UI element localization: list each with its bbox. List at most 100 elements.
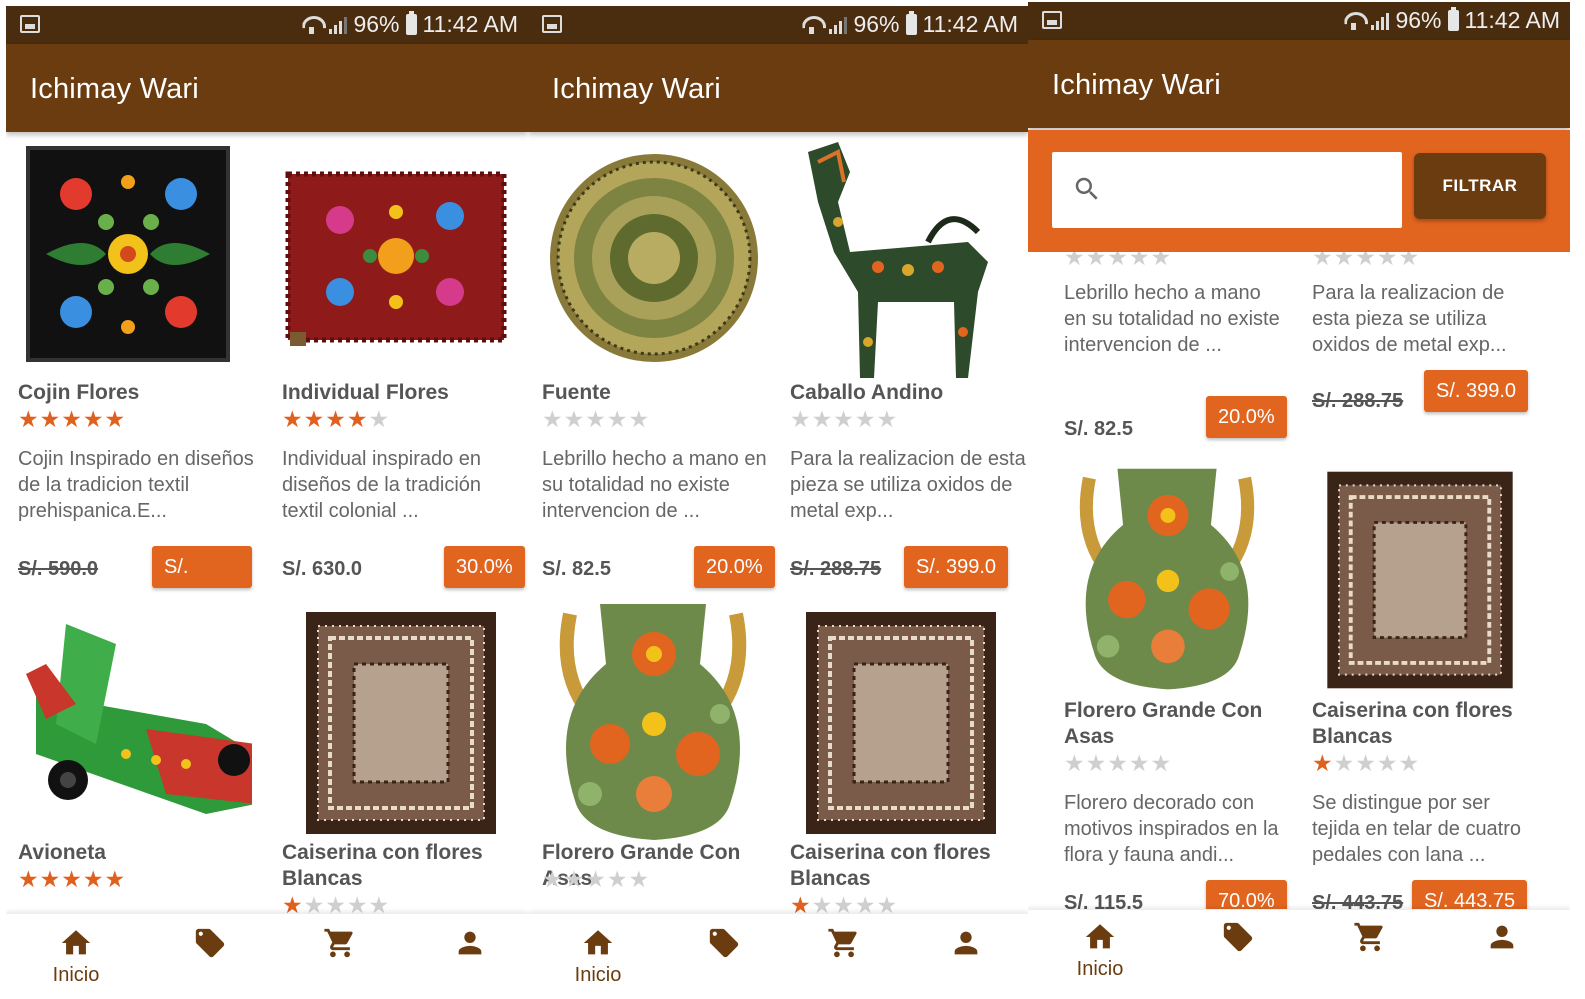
star-icon: ★ xyxy=(833,406,854,432)
star-icon: ★ xyxy=(542,406,563,432)
discount-badge: 20.0% xyxy=(1206,396,1287,438)
product-description: Se distingue por ser tejida en telar de … xyxy=(1312,792,1522,866)
nav-cart[interactable] xyxy=(280,926,400,960)
star-icon: ★ xyxy=(1398,750,1420,776)
clock: 11:42 AM xyxy=(922,11,1018,37)
product-description: Individual inspirado en diseños de la tr… xyxy=(282,448,482,522)
star-icon: ★ xyxy=(325,406,346,432)
nav-profile[interactable] xyxy=(410,926,528,960)
star-icon: ★ xyxy=(811,406,833,432)
nav-home[interactable]: Inicio xyxy=(16,926,136,987)
star-icon: ★ xyxy=(790,892,811,913)
battery-icon xyxy=(405,11,417,35)
app-bar: Ichimay Wari xyxy=(6,44,528,132)
nav-home[interactable]: Inicio xyxy=(1040,920,1160,981)
rating-stars: ★ ★ ★ ★ ★ xyxy=(1064,750,1171,776)
star-icon: ★ xyxy=(82,406,104,432)
app-title: Ichimay Wari xyxy=(552,73,721,105)
star-icon: ★ xyxy=(854,892,876,913)
product-grid: Fuente ★ ★ ★ ★ ★ Lebrillo hecho a mano en su… xyxy=(528,132,1028,913)
star-icon: ★ xyxy=(61,406,82,432)
product-image xyxy=(306,612,496,834)
product-grid: ★ ★ ★ ★ ★ Lebrillo hecho a mano en su totali… xyxy=(1028,252,1570,913)
star-icon: ★ xyxy=(563,406,585,432)
star-icon: ★ xyxy=(1128,252,1150,270)
star-icon: ★ xyxy=(1333,252,1355,270)
star-icon: ★ xyxy=(1355,750,1376,776)
home-icon xyxy=(61,930,91,955)
search-input[interactable] xyxy=(1116,170,1386,210)
star-icon: ★ xyxy=(1398,252,1420,270)
star-icon: ★ xyxy=(82,866,104,892)
nav-profile[interactable] xyxy=(906,926,1026,960)
clock: 11:42 AM xyxy=(1464,7,1560,33)
product-image xyxy=(806,612,996,834)
star-icon: ★ xyxy=(18,406,39,432)
star-icon: ★ xyxy=(854,406,876,432)
product-description: Para la realizacion de esta pieza se uti… xyxy=(1312,282,1507,356)
cart-icon xyxy=(324,928,353,958)
star-icon: ★ xyxy=(1150,750,1172,776)
product-name: Caiserina con flores Blancas xyxy=(1312,699,1513,748)
product-image xyxy=(26,624,252,814)
clock: 11:42 AM xyxy=(422,11,518,37)
product-name: Caiserina con flores Blancas xyxy=(282,841,483,890)
nav-offers[interactable] xyxy=(664,926,784,960)
price: S/. 82.5 xyxy=(542,558,611,580)
star-icon: ★ xyxy=(39,866,61,892)
rating-stars: ★ ★ ★ ★ ★ xyxy=(1312,750,1419,776)
nav-home[interactable]: Inicio xyxy=(538,926,658,987)
rating-stars: ★ ★ ★ ★ ★ xyxy=(282,406,389,432)
product-name: Individual Flores xyxy=(282,381,449,404)
star-icon: ★ xyxy=(1064,252,1085,270)
star-icon: ★ xyxy=(1312,750,1333,776)
filter-button[interactable]: FILTRAR xyxy=(1414,153,1546,219)
status-bar: 96% 11:42 AM xyxy=(6,6,528,44)
rating-stars: ★ ★ ★ ★ ★ xyxy=(790,892,897,913)
rating-stars: ★ ★ ★ ★ ★ xyxy=(282,892,389,913)
star-icon: ★ xyxy=(1128,750,1150,776)
wifi-icon xyxy=(801,15,823,35)
bottom-navigation: Inicio xyxy=(6,913,528,999)
search-field[interactable] xyxy=(1052,152,1402,228)
bottom-navigation: Inicio xyxy=(528,913,1028,999)
nav-profile[interactable] xyxy=(1442,920,1562,954)
nav-offers[interactable] xyxy=(1178,920,1298,954)
signal-icon xyxy=(329,16,348,34)
star-icon: ★ xyxy=(628,866,650,892)
nav-offers[interactable] xyxy=(150,926,270,960)
product-description: Florero decorado con motivos inspirados … xyxy=(1064,792,1279,866)
product-image xyxy=(559,604,747,840)
status-bar: 96% 11:42 AM xyxy=(1028,2,1570,40)
star-icon: ★ xyxy=(811,892,833,913)
nav-home-label: Inicio xyxy=(574,964,622,986)
old-price: S/. 288.75 xyxy=(790,558,882,580)
app-title: Ichimay Wari xyxy=(1052,69,1221,101)
rating-stars: ★ ★ ★ ★ ★ xyxy=(1312,252,1419,270)
rating-stars: ★ ★ ★ ★ ★ xyxy=(1064,252,1171,270)
battery-icon xyxy=(905,11,917,35)
star-icon: ★ xyxy=(325,892,346,913)
star-icon: ★ xyxy=(1064,750,1085,776)
product-description: Para la realizacion de esta pieza se uti… xyxy=(790,448,1026,522)
gallery-icon xyxy=(542,15,562,33)
app-title: Ichimay Wari xyxy=(30,73,199,105)
star-icon: ★ xyxy=(1355,252,1376,270)
star-icon: ★ xyxy=(303,406,325,432)
star-icon: ★ xyxy=(606,866,628,892)
nav-cart[interactable] xyxy=(784,926,904,960)
star-icon: ★ xyxy=(18,866,39,892)
product-image xyxy=(26,146,230,362)
star-icon: ★ xyxy=(585,406,606,432)
nav-cart[interactable] xyxy=(1310,920,1430,954)
rating-stars: ★ ★ ★ ★ ★ xyxy=(790,406,897,432)
signal-icon xyxy=(1371,12,1390,30)
app-bar: Ichimay Wari xyxy=(528,44,1028,132)
home-icon xyxy=(583,930,613,955)
gallery-icon xyxy=(1042,11,1062,29)
product-description: Lebrillo hecho a mano en su totalidad no… xyxy=(1064,282,1280,356)
product-name: Fuente xyxy=(542,381,611,404)
price-badge: S/. 140.2 xyxy=(152,546,252,620)
star-icon: ★ xyxy=(61,866,82,892)
search-bar: FILTRAR xyxy=(1028,130,1570,252)
